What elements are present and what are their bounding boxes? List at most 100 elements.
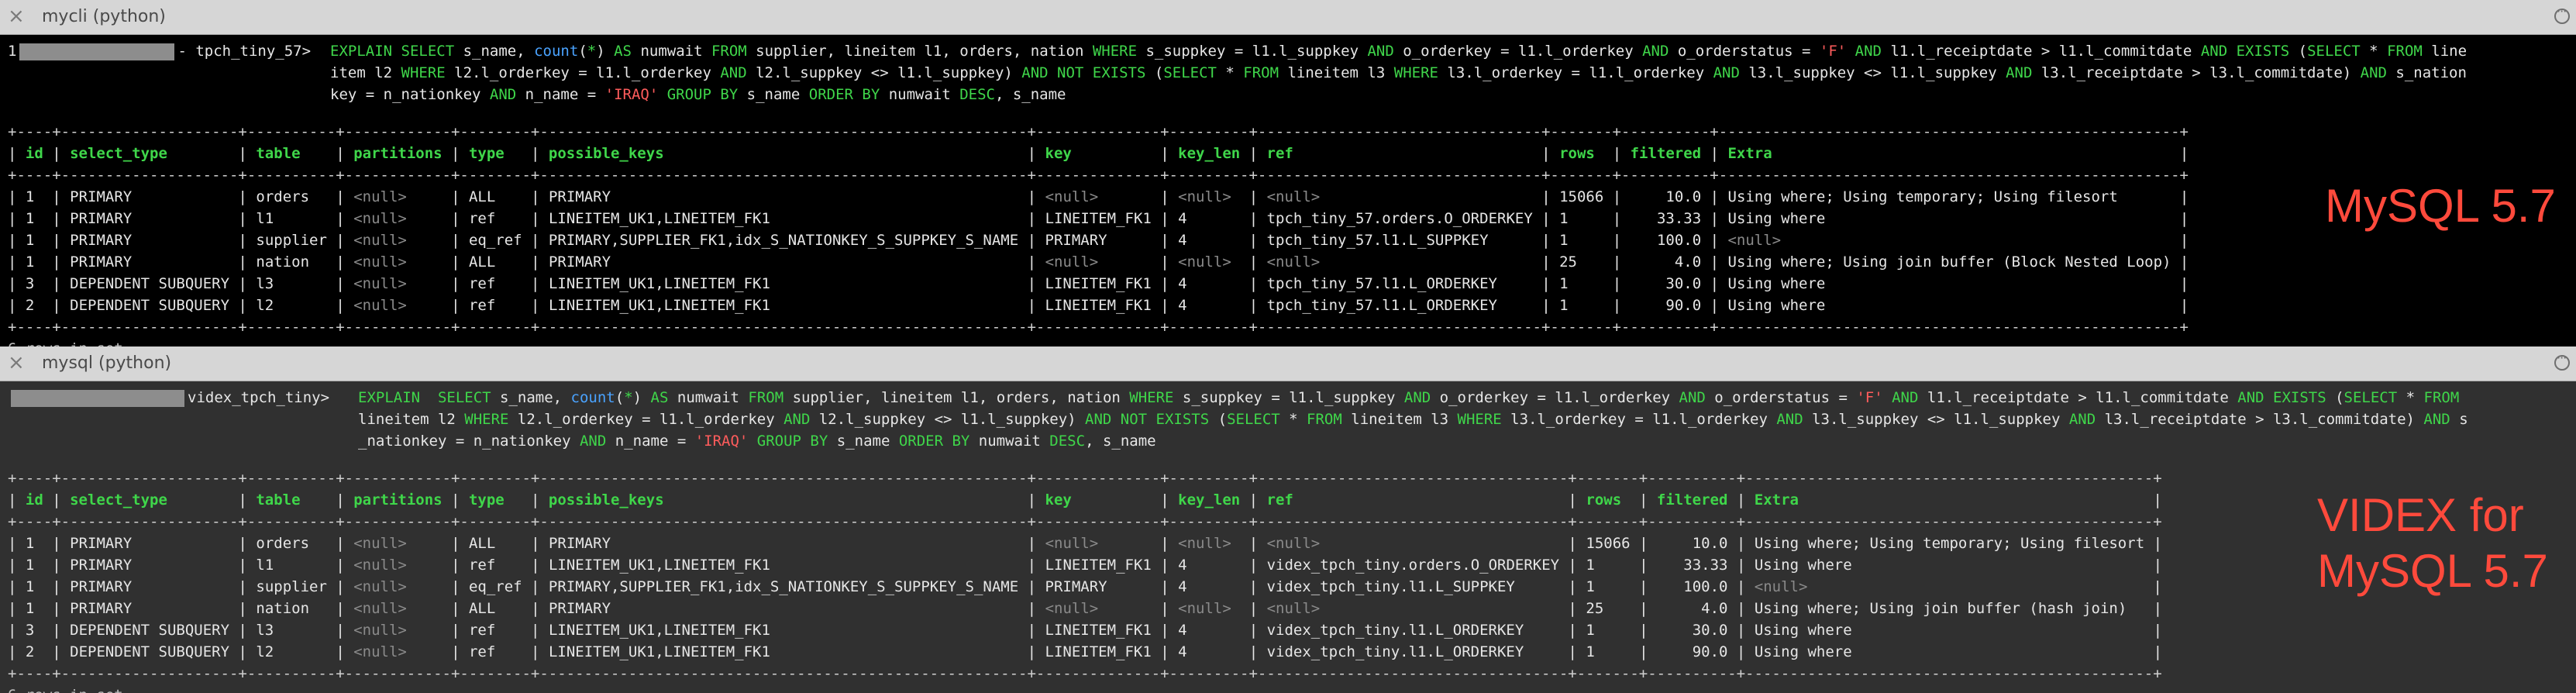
sql-token: s_nation: [2386, 64, 2467, 81]
version-label: VIDEX for MySQL 5.7: [2317, 488, 2548, 599]
table-cell: <null>: [353, 622, 407, 639]
table-cell: <null>: [353, 188, 407, 205]
column-header: Extra: [1727, 145, 1772, 162]
sql-token: s: [2450, 411, 2468, 428]
column-header: type: [468, 491, 505, 509]
sql-token: FROM: [2423, 389, 2460, 406]
sql-token: l3.l_orderkey = l1.l_orderkey: [1501, 411, 1777, 428]
table-border: +----+--------------------+----------+--…: [8, 513, 2162, 530]
window-titlebar[interactable]: × mycli (python): [0, 0, 2576, 35]
table-cell: 10.0: [1665, 188, 1702, 205]
table-cell: 1: [25, 600, 35, 617]
sql-token: AND: [1776, 411, 1803, 428]
terminal-output[interactable]: videx_tpch_tiny> EXPLAIN SELECT s_name, …: [8, 387, 2568, 693]
label-line: MySQL 5.7: [2325, 180, 2556, 232]
table-cell: videx_tpch_tiny.l1.L_ORDERKEY: [1266, 643, 1524, 660]
table-header-row: | id | select_type | table | partitions …: [8, 145, 2189, 162]
table-cell: <null>: [1754, 578, 1808, 595]
sql-token: count: [534, 43, 579, 60]
table-cell: PRIMARY: [70, 188, 133, 205]
table-cell: <null>: [1045, 535, 1099, 552]
table-cell: supplier: [256, 578, 327, 595]
table-cell: <null>: [1045, 253, 1099, 271]
sql-token: SELECT: [1163, 64, 1217, 81]
table-cell: ref: [468, 210, 496, 227]
sql-token: ORDER BY: [808, 86, 880, 103]
table-cell: 4: [1178, 232, 1187, 249]
table-cell: PRIMARY: [1045, 232, 1107, 249]
sql-token: SELECT: [2307, 43, 2361, 60]
table-cell: 1: [25, 557, 35, 574]
close-icon[interactable]: ×: [8, 5, 25, 28]
sql-token: o_orderstatus =: [1705, 389, 1857, 406]
table-cell: tpch_tiny_57.l1.L_ORDERKEY: [1266, 297, 1497, 314]
sql-token: l2.l_orderkey = l1.l_orderkey: [445, 64, 721, 81]
sql-token: (: [1145, 64, 1164, 81]
table-cell: 4: [1178, 557, 1187, 574]
sql-token: numwait: [668, 389, 749, 406]
table-cell: 4: [1178, 643, 1187, 660]
column-header: ref: [1266, 491, 1293, 509]
table-cell: 30.0: [1692, 622, 1728, 639]
sql-token: SELECT: [1227, 411, 1280, 428]
sql-token: o_orderstatus =: [1669, 43, 1820, 60]
table-cell: tpch_tiny_57.l1.L_ORDERKEY: [1266, 275, 1497, 292]
table-cell: l2: [256, 643, 274, 660]
table-cell: ref: [468, 275, 496, 292]
sql-token: DESC: [1049, 433, 1086, 450]
sql-token: EXPLAIN SELECT: [330, 43, 455, 60]
sql-token: s_name,: [454, 43, 535, 60]
more-options-icon[interactable]: [2554, 350, 2570, 371]
close-icon[interactable]: ×: [8, 351, 25, 374]
column-header: partitions: [353, 145, 443, 162]
table-cell: ref: [468, 557, 496, 574]
table-cell: Using where; Using join buffer (Block Ne…: [1727, 253, 2171, 271]
table-cell: l3: [256, 622, 274, 639]
sql-token: (: [578, 43, 587, 60]
table-cell: PRIMARY: [548, 253, 611, 271]
table-header-row: | id | select_type | table | partitions …: [8, 491, 2162, 509]
table-cell: <null>: [353, 578, 407, 595]
table-cell: PRIMARY: [70, 535, 133, 552]
table-cell: <null>: [1727, 232, 1782, 249]
sql-token: supplier, lineitem l1, orders, nation: [746, 43, 1093, 60]
table-cell: Using where: [1727, 210, 1826, 227]
sql-token: 'IRAQ': [694, 433, 749, 450]
sql-token: line: [2422, 43, 2468, 60]
table-cell: Using where: [1727, 297, 1826, 314]
table-cell: LINEITEM_UK1,LINEITEM_FK1: [548, 643, 770, 660]
rows-count: 6 rows in set: [8, 338, 123, 346]
column-header: filtered: [1656, 491, 1728, 509]
sql-token: GROUP BY: [666, 86, 739, 103]
column-header: type: [468, 145, 505, 162]
terminal-window-mysql[interactable]: × mysql (python) videx_tpch_tiny> EXPLAI…: [0, 346, 2576, 693]
sql-token: AND: [1642, 43, 1669, 60]
sql-token: 'F': [1856, 389, 1883, 406]
table-cell: Using where: [1754, 557, 1852, 574]
table-cell: LINEITEM_UK1,LINEITEM_FK1: [548, 275, 770, 292]
column-header: partitions: [353, 491, 443, 509]
table-border: +----+--------------------+----------+--…: [8, 319, 2189, 336]
table-row: | 3 | DEPENDENT SUBQUERY | l3 | <null> |…: [8, 275, 2189, 292]
column-header: rows: [1586, 491, 1622, 509]
terminal-window-mycli[interactable]: × mycli (python) 1 - tpch_tiny_57> EXPLAI…: [0, 0, 2576, 346]
version-label: MySQL 5.7: [2325, 178, 2556, 234]
column-header: table: [256, 145, 301, 162]
terminal-output[interactable]: 1- tpch_tiny_57> EXPLAIN SELECT s_name, …: [8, 40, 2568, 346]
table-row: | 1 | PRIMARY | supplier | <null> | eq_r…: [8, 232, 2189, 249]
more-options-icon[interactable]: [2554, 4, 2570, 24]
sql-token: *: [1216, 64, 1244, 81]
table-cell: <null>: [353, 557, 407, 574]
sql-token: s_name,: [491, 389, 571, 406]
table-cell: l1: [256, 210, 274, 227]
column-header: table: [256, 491, 301, 509]
table-border: +----+--------------------+----------+--…: [8, 470, 2162, 487]
sql-token: AND: [1713, 64, 1740, 81]
sql-token: lineitem l3: [1279, 64, 1394, 81]
sql-token: numwait: [632, 43, 711, 60]
table-cell: PRIMARY: [548, 188, 611, 205]
table-cell: orders: [256, 535, 310, 552]
table-cell: 1: [25, 253, 35, 271]
window-titlebar[interactable]: × mysql (python): [0, 346, 2576, 381]
